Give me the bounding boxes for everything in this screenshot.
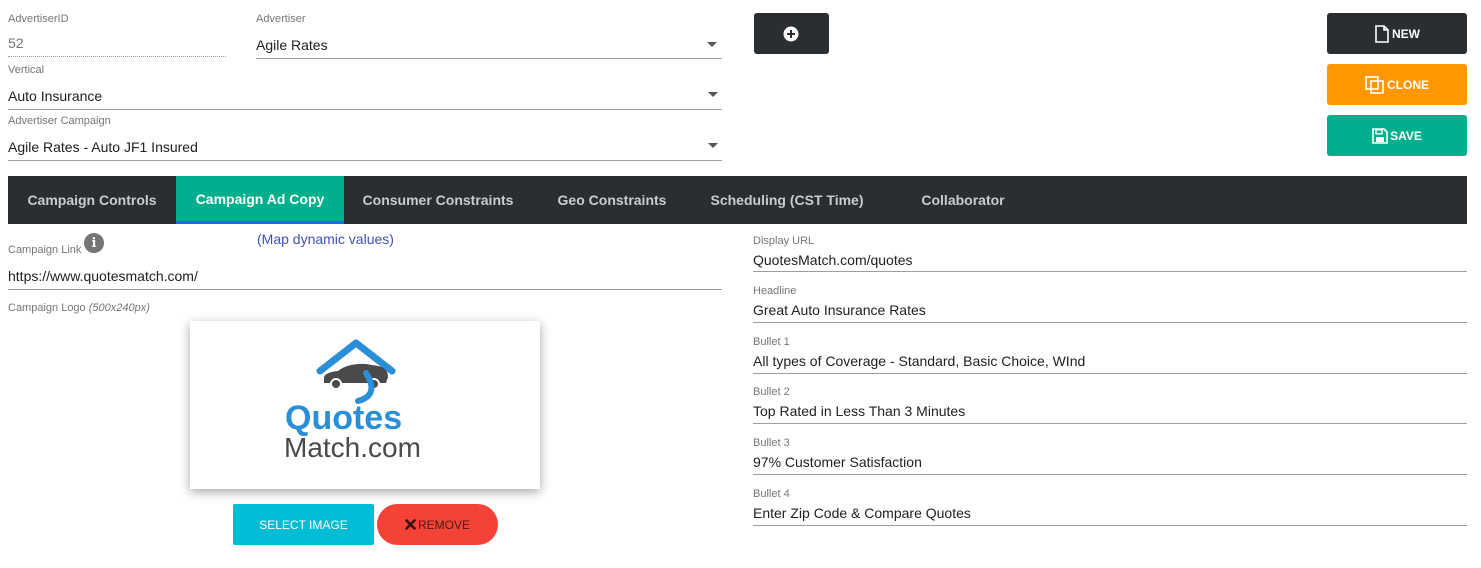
advertiser-underline bbox=[256, 58, 722, 59]
campaign-logo-size-hint: (500x240px) bbox=[88, 302, 150, 314]
tab-collaborator[interactable]: Collaborator bbox=[882, 176, 1044, 224]
advertiser-campaign-underline bbox=[8, 160, 722, 161]
bullet4-underline bbox=[753, 525, 1467, 526]
bullet2-underline bbox=[753, 423, 1467, 424]
remove-label: REMOVE bbox=[417, 517, 470, 532]
bullet3-underline bbox=[753, 474, 1467, 475]
chevron-down-icon bbox=[707, 42, 717, 47]
bullet1-underline bbox=[753, 373, 1467, 374]
clone-button-label: CLONE bbox=[1387, 77, 1429, 92]
bullet1-label: Bullet 1 bbox=[753, 336, 790, 348]
logo-text-match: Match.com bbox=[284, 432, 421, 463]
headline-value: Great Auto Insurance Rates bbox=[753, 302, 926, 318]
tab-label: Consumer Constraints bbox=[362, 192, 514, 208]
tab-label: Scheduling (CST Time) bbox=[710, 192, 864, 208]
campaign-logo-preview: Quotes Match.com bbox=[190, 321, 540, 489]
bullet3-label: Bullet 3 bbox=[753, 437, 790, 449]
tab-label: Geo Constraints bbox=[557, 192, 667, 208]
save-button-label: SAVE bbox=[1390, 128, 1422, 143]
headline-label: Headline bbox=[753, 285, 797, 297]
copy-icon bbox=[1365, 75, 1384, 94]
vertical-underline bbox=[8, 109, 722, 110]
tab-scheduling[interactable]: Scheduling (CST Time) bbox=[692, 176, 882, 224]
tab-campaign-ad-copy[interactable]: Campaign Ad Copy bbox=[176, 176, 344, 224]
info-icon[interactable]: i bbox=[84, 233, 104, 253]
tab-label: Collaborator bbox=[921, 192, 1005, 208]
advertiser-campaign-value: Agile Rates - Auto JF1 Insured bbox=[8, 139, 198, 155]
tab-campaign-controls[interactable]: Campaign Controls bbox=[8, 176, 176, 224]
chevron-down-icon bbox=[708, 143, 718, 148]
advertiser-label: Advertiser bbox=[256, 13, 306, 25]
new-button-label: NEW bbox=[1392, 26, 1420, 41]
map-dynamic-values-link[interactable]: (Map dynamic values) bbox=[257, 231, 394, 247]
remove-image-button[interactable]: REMOVE bbox=[377, 504, 498, 545]
advertiser-id-value: 52 bbox=[8, 35, 24, 51]
campaign-link-value: https://www.quotesmatch.com/ bbox=[8, 268, 198, 284]
tab-geo-constraints[interactable]: Geo Constraints bbox=[532, 176, 692, 224]
advertiser-campaign-label: Advertiser Campaign bbox=[8, 115, 111, 127]
bullet4-value: Enter Zip Code & Compare Quotes bbox=[753, 505, 971, 521]
select-image-label: SELECT IMAGE bbox=[259, 517, 348, 532]
car-house-logo-icon bbox=[316, 339, 396, 404]
campaign-logo-label: Campaign Logo (500x240px) bbox=[8, 302, 150, 314]
chevron-down-icon bbox=[708, 92, 718, 97]
tab-bar: Campaign Controls Campaign Ad Copy Consu… bbox=[8, 176, 1467, 224]
bullet3-value: 97% Customer Satisfaction bbox=[753, 454, 922, 470]
campaign-link-underline bbox=[8, 289, 722, 290]
campaign-link-label: Campaign Link bbox=[8, 244, 82, 256]
bullet2-label: Bullet 2 bbox=[753, 386, 790, 398]
vertical-label: Vertical bbox=[8, 64, 45, 76]
logo-text-quotes: Quotes bbox=[285, 399, 403, 437]
tab-label: Campaign Ad Copy bbox=[195, 190, 325, 207]
close-icon bbox=[405, 519, 416, 530]
clone-button[interactable]: CLONE bbox=[1327, 64, 1467, 105]
plus-circle-icon bbox=[783, 26, 798, 41]
select-image-button[interactable]: SELECT IMAGE bbox=[233, 504, 374, 545]
display-url-value: QuotesMatch.com/quotes bbox=[753, 252, 913, 268]
tab-label: Campaign Controls bbox=[27, 192, 157, 208]
advertiser-value: Agile Rates bbox=[256, 37, 328, 53]
advertiser-id-label: AdvertiserID bbox=[8, 13, 69, 25]
display-url-underline bbox=[753, 271, 1467, 272]
bullet4-label: Bullet 4 bbox=[753, 488, 790, 500]
save-button[interactable]: SAVE bbox=[1327, 115, 1467, 156]
bullet1-value: All types of Coverage - Standard, Basic … bbox=[753, 353, 1086, 369]
display-url-label: Display URL bbox=[753, 235, 815, 247]
headline-underline bbox=[753, 322, 1467, 323]
advertiser-id-underline bbox=[8, 56, 226, 57]
tab-consumer-constraints[interactable]: Consumer Constraints bbox=[344, 176, 532, 224]
bullet2-value: Top Rated in Less Than 3 Minutes bbox=[753, 403, 966, 419]
new-button[interactable]: NEW bbox=[1327, 13, 1467, 54]
file-icon bbox=[1375, 24, 1389, 43]
vertical-value: Auto Insurance bbox=[8, 88, 103, 104]
add-campaign-button[interactable] bbox=[754, 13, 829, 54]
save-icon bbox=[1372, 127, 1388, 144]
campaign-logo-label-text: Campaign Logo bbox=[8, 302, 86, 314]
